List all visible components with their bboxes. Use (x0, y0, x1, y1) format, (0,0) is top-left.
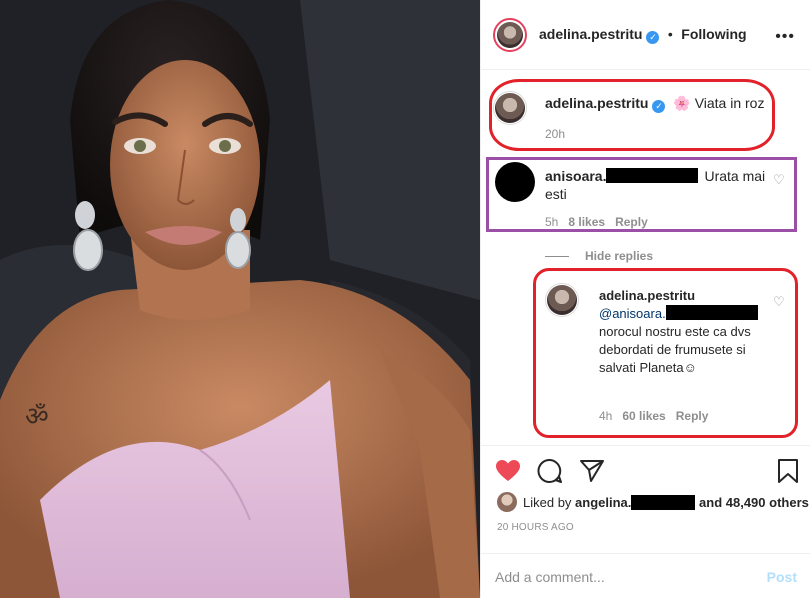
share-icon[interactable] (579, 459, 605, 483)
small-heart-icon[interactable]: ♡ (773, 294, 785, 310)
reply-line (545, 255, 569, 257)
reply-likes[interactable]: 60 likes (622, 409, 665, 423)
comment-icon[interactable] (537, 458, 563, 484)
reply-text: norocul nostru este ca dvs debordati de … (599, 324, 751, 375)
caption-text: Viata in roz (694, 95, 765, 111)
small-heart-icon[interactable]: ♡ (773, 172, 785, 188)
caption: adelina.pestritu ✓ 🌸 Viata in roz (545, 95, 764, 113)
comment-likes[interactable]: 8 likes (568, 215, 605, 229)
svg-text:ॐ: ॐ (25, 402, 49, 432)
comment-meta: 5h 8 likes Reply (545, 215, 658, 229)
reply-username[interactable]: adelina.pestritu (599, 288, 695, 303)
caption-avatar[interactable] (493, 91, 527, 125)
liked-by: Liked by angelina. and 48,490 others (497, 492, 809, 512)
reply-meta: 4h 60 likes Reply (599, 409, 718, 423)
post-button[interactable]: Post (767, 569, 797, 585)
redacted-avatar (495, 162, 535, 202)
verified-icon: ✓ (652, 100, 666, 113)
hide-replies-label: Hide replies (585, 249, 654, 263)
following-button[interactable]: Following (681, 26, 746, 42)
flower-emoji: 🌸 (673, 95, 691, 111)
verified-icon: ✓ (646, 30, 660, 44)
redaction-bar (606, 168, 699, 183)
comment: anisoara. Urata mai esti (545, 167, 785, 203)
caption-username[interactable]: adelina.pestritu (545, 95, 648, 111)
reply-mention[interactable]: @anisoara. (599, 306, 666, 321)
heart-icon[interactable] (495, 459, 521, 483)
author-username[interactable]: adelina.pestritu (539, 26, 642, 42)
redaction-bar (631, 494, 696, 510)
action-icons (495, 458, 605, 484)
comments-list[interactable]: adelina.pestritu ✓ 🌸 Viata in roz 20h ani… (481, 71, 810, 444)
liked-by-user[interactable]: angelina. (575, 495, 631, 510)
post-time[interactable]: 20 HOURS AGO (497, 522, 574, 533)
reply-button[interactable]: Reply (615, 215, 648, 229)
post-actions: Liked by angelina. and 48,490 others 20 … (481, 445, 810, 598)
bookmark-icon[interactable] (777, 458, 799, 484)
liked-by-prefix: Liked by (523, 494, 572, 510)
smile-emoji: ☺ (683, 360, 697, 375)
comment-time: 5h (545, 215, 559, 229)
liker-avatar[interactable] (497, 492, 517, 512)
comment-form: Add a comment... Post (481, 553, 810, 598)
separator-dot: • (667, 25, 673, 42)
reply-time: 4h (599, 409, 613, 423)
comment-input[interactable]: Add a comment... (495, 569, 767, 585)
reply-comment: adelina.pestritu @anisoara. norocul nost… (599, 287, 779, 377)
post-photo[interactable]: ॐ (0, 0, 480, 598)
post-header: adelina.pestritu ✓ • Following ••• (481, 0, 810, 70)
comment-username[interactable]: anisoara. (545, 168, 606, 184)
selfie-illustration: ॐ (0, 0, 480, 598)
redaction-bar (665, 305, 758, 320)
header-text: adelina.pestritu ✓ • Following (539, 26, 747, 44)
post-sidebar: adelina.pestritu ✓ • Following ••• adelin… (480, 0, 810, 598)
hide-replies-button[interactable]: Hide replies (545, 249, 653, 263)
annotation-red-outline (489, 79, 775, 151)
more-options-icon[interactable]: ••• (775, 28, 795, 46)
reply-button[interactable]: Reply (676, 409, 709, 423)
caption-time: 20h (545, 127, 566, 141)
likes-count[interactable]: and 48,490 others (699, 495, 809, 510)
author-avatar[interactable] (493, 17, 527, 52)
reply-avatar[interactable] (545, 283, 579, 317)
